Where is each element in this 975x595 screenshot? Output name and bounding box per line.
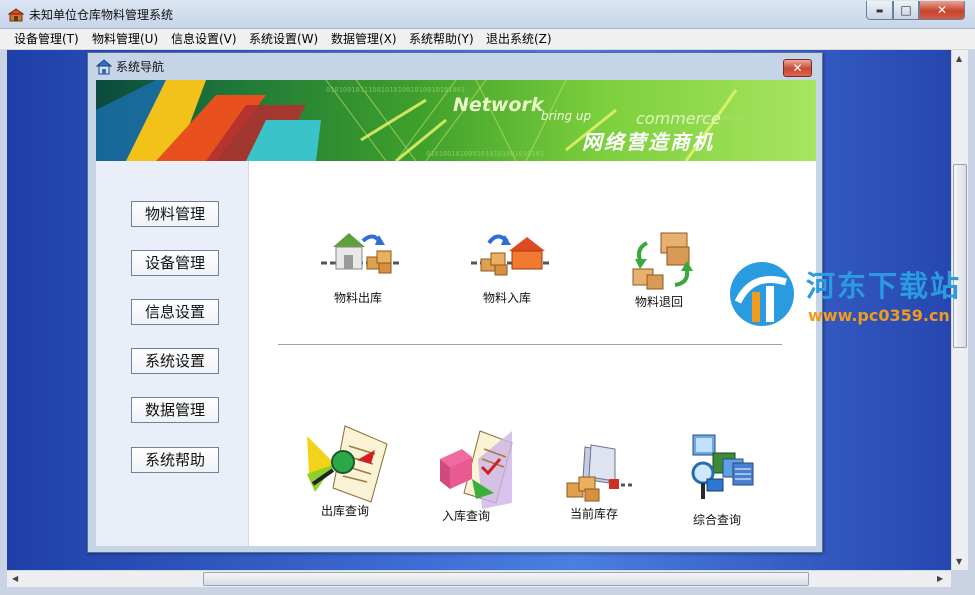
minimize-icon: ▬: [875, 5, 884, 15]
menu-material[interactable]: 物料管理(U): [92, 32, 158, 47]
minimize-button[interactable]: ▬: [866, 1, 893, 20]
tile-label: 物料退回: [635, 295, 684, 309]
side-button-panel: 物料管理 设备管理 信息设置 系统设置 数据管理 系统帮助: [96, 161, 248, 546]
menu-device[interactable]: 设备管理(T): [14, 32, 79, 47]
tile-inbound-query[interactable]: 入库查询: [436, 429, 522, 529]
menu-system-settings[interactable]: 系统设置(W): [249, 32, 318, 47]
tile-current-stock[interactable]: 当前库存: [561, 443, 651, 533]
watermark-url: www.pc0359.cn: [808, 306, 950, 325]
banner-image: 010100101110010101001010010101001 010100…: [96, 80, 816, 161]
scroll-down-icon[interactable]: ▼: [956, 557, 962, 566]
tile-label: 当前库存: [570, 507, 619, 521]
tile-label: 物料入库: [483, 291, 532, 305]
warehouse-out-icon: [321, 233, 401, 274]
close-button[interactable]: ✕: [919, 1, 965, 20]
tile-material-in[interactable]: 物料入库: [469, 225, 553, 305]
side-button-help[interactable]: 系统帮助: [131, 447, 219, 473]
close-icon: ✕: [792, 61, 803, 75]
tile-material-out[interactable]: 物料出库: [319, 225, 403, 305]
svg-text:0101001010001010101001010101: 0101001010001010101001010101: [426, 150, 544, 158]
current-stock-icon: [566, 444, 635, 502]
maximize-button[interactable]: □: [893, 1, 919, 20]
tile-label: 物料出库: [334, 291, 383, 305]
tile-outbound-query[interactable]: 出库查询: [305, 424, 391, 524]
menu-bar: 设备管理(T) 物料管理(U) 信息设置(V) 系统设置(W) 数据管理(X) …: [0, 29, 975, 50]
app-icon: [8, 8, 24, 22]
tile-material-return[interactable]: 物料退回: [625, 229, 705, 313]
horizontal-scrollbar[interactable]: ◀ ▶: [7, 570, 951, 587]
menu-exit[interactable]: 退出系统(Z): [486, 32, 552, 47]
watermark-logo-icon: [730, 262, 794, 326]
outbound-query-icon: [307, 425, 388, 503]
menu-info-settings[interactable]: 信息设置(V): [171, 32, 237, 47]
side-button-device[interactable]: 设备管理: [131, 250, 219, 276]
tile-label: 出库查询: [321, 504, 370, 518]
tile-general-query[interactable]: 综合查询: [683, 433, 767, 529]
dialog-title: 系统导航: [116, 60, 165, 74]
scroll-left-icon[interactable]: ◀: [12, 574, 18, 583]
title-bar: 未知单位仓库物料管理系统 ▬ □ ✕: [0, 0, 975, 29]
menu-data[interactable]: 数据管理(X): [331, 32, 397, 47]
warehouse-in-icon: [471, 234, 551, 276]
watermark-name: 河东下载站: [806, 269, 962, 303]
close-icon: ✕: [936, 3, 948, 17]
horizontal-scroll-thumb[interactable]: [203, 572, 809, 586]
side-button-material[interactable]: 物料管理: [131, 201, 219, 227]
side-button-system[interactable]: 系统设置: [131, 348, 219, 374]
side-button-info[interactable]: 信息设置: [131, 299, 219, 325]
svg-text:010100101110010101001010010101: 010100101110010101001010010101001: [326, 86, 465, 94]
tile-label: 综合查询: [693, 513, 742, 527]
function-panel: 物料出库 物料入库 物料退回 出库查询 入库查询 当前库存 综合查询: [248, 161, 816, 546]
menu-help[interactable]: 系统帮助(Y): [409, 32, 474, 47]
scroll-up-icon[interactable]: ▲: [956, 54, 962, 63]
section-divider: [278, 344, 782, 346]
dialog-close-button[interactable]: ✕: [783, 59, 812, 77]
material-return-icon: [632, 232, 693, 290]
maximize-icon: □: [900, 3, 912, 17]
system-navigation-dialog: 系统导航 ✕ 010100101110010101001010010101001…: [87, 52, 823, 553]
banner-slogan: 网络营造商机: [582, 130, 714, 154]
banner-network-text: Network: [453, 94, 544, 116]
side-button-data[interactable]: 数据管理: [131, 397, 219, 423]
home-icon: [96, 59, 112, 75]
general-query-icon: [691, 434, 754, 499]
inbound-query-icon: [440, 430, 513, 509]
banner-bringup-text: bring up: [541, 109, 592, 123]
tile-label: 入库查询: [442, 509, 491, 523]
window-title: 未知单位仓库物料管理系统: [29, 8, 174, 22]
scroll-right-icon[interactable]: ▶: [937, 574, 943, 583]
watermark: 河东下载站 www.pc0359.cn: [726, 258, 966, 332]
